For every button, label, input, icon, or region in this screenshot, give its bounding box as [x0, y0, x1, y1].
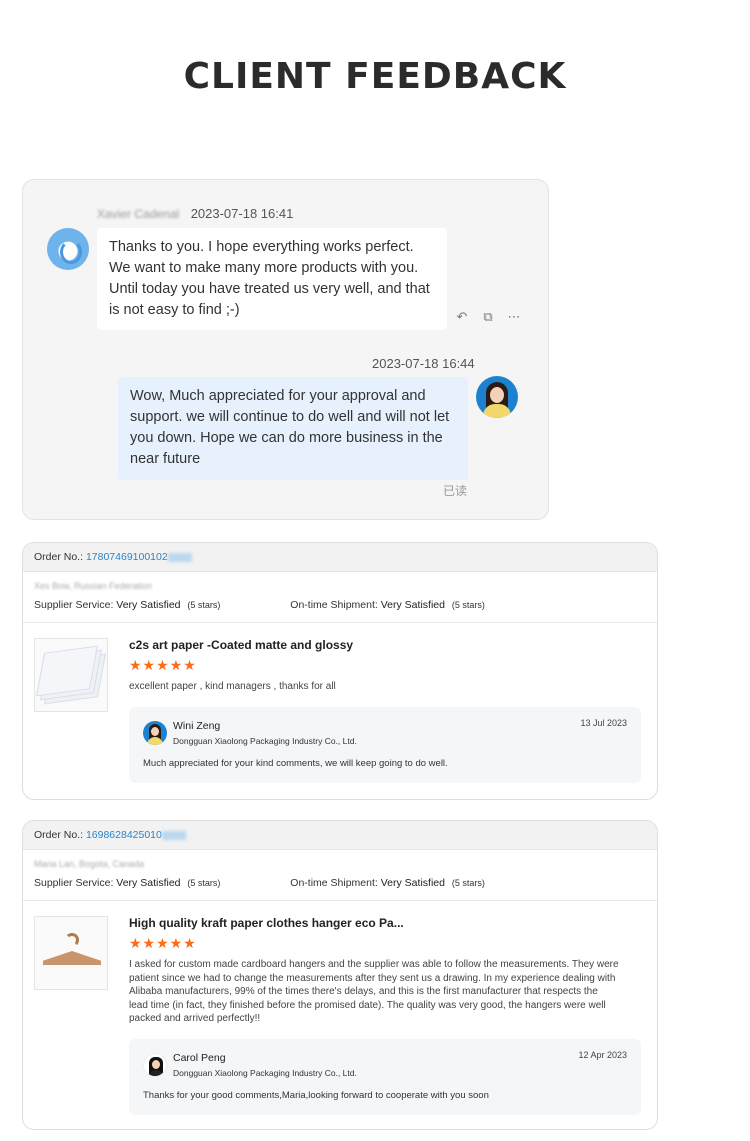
read-status: 已读: [443, 484, 468, 498]
order-header: Order No.: 17807469100102: [23, 543, 657, 572]
reply-date: 12 Apr 2023: [578, 1050, 627, 1060]
product-title[interactable]: High quality kraft paper clothes hanger …: [129, 916, 404, 930]
incoming-sender: Xavier Cadenal: [97, 207, 180, 221]
reply-company: Dongguan Xiaolong Packaging Industry Co.…: [173, 736, 357, 746]
outgoing-message: Wow, Much appreciated for your approval …: [118, 377, 468, 480]
incoming-time: 2023-07-18 16:41: [190, 206, 294, 221]
supplier-stars: (5 stars): [187, 878, 221, 888]
forward-icon[interactable]: ⧉: [479, 310, 497, 326]
order-label: Order No.:: [34, 551, 84, 563]
shipment-stars: (5 stars): [451, 878, 485, 888]
reply-date: 13 Jul 2023: [580, 718, 627, 728]
supplier-label: Supplier Service:: [34, 599, 114, 611]
star-rating: ★★★★★: [129, 936, 197, 952]
order-number[interactable]: 17807469100102: [86, 551, 168, 563]
shipment-value: Very Satisfied: [380, 599, 445, 611]
outgoing-time: 2023-07-18 16:44: [372, 356, 475, 371]
supplier-value: Very Satisfied: [116, 599, 181, 611]
order-number[interactable]: 1698628425010: [86, 829, 162, 841]
shipment-label: On-time Shipment:: [290, 599, 378, 611]
message-actions: ↶ ⧉ ⋯: [453, 310, 523, 326]
product-title[interactable]: c2s art paper -Coated matte and glossy: [129, 638, 353, 652]
incoming-message: Thanks to you. I hope everything works p…: [97, 228, 447, 330]
review-card: Order No.: 17807469100102 Xes Bow, Russi…: [22, 542, 658, 800]
avatar: [143, 1053, 167, 1077]
shipment-label: On-time Shipment:: [290, 877, 378, 889]
review-comment: I asked for custom made cardboard hanger…: [129, 959, 619, 1024]
supplier-label: Supplier Service:: [34, 877, 114, 889]
product-image[interactable]: [34, 916, 108, 990]
supplier-value: Very Satisfied: [116, 877, 181, 889]
incoming-meta: Xavier Cadenal 2023-07-18 16:41: [97, 206, 293, 221]
rating-row: Supplier Service: Very Satisfied (5 star…: [34, 599, 485, 611]
supplier-reply: Carol Peng Dongguan Xiaolong Packaging I…: [129, 1039, 641, 1115]
order-label: Order No.:: [34, 829, 84, 841]
product-image[interactable]: [34, 638, 108, 712]
supplier-reply: Wini Zeng Dongguan Xiaolong Packaging In…: [129, 707, 641, 783]
page-title: CLIENT FEEDBACK: [183, 56, 567, 97]
shipment-stars: (5 stars): [451, 600, 485, 610]
my-avatar[interactable]: [476, 376, 518, 418]
chat-card: Xavier Cadenal 2023-07-18 16:41 Thanks t…: [22, 179, 549, 520]
star-rating: ★★★★★: [129, 658, 197, 674]
reply-company: Dongguan Xiaolong Packaging Industry Co.…: [173, 1068, 357, 1078]
reply-name: Carol Peng: [173, 1052, 226, 1064]
more-icon[interactable]: ⋯: [505, 310, 523, 326]
avatar: [143, 721, 167, 745]
reply-icon[interactable]: ↶: [453, 310, 471, 326]
review-card: Order No.: 1698628425010 Maria Lan, Bogo…: [22, 820, 658, 1130]
sender-avatar[interactable]: [47, 228, 89, 270]
buyer-name: Maria Lan, Bogota, Canada: [34, 859, 145, 869]
reply-text: Thanks for your good comments,Maria,look…: [143, 1090, 489, 1101]
shipment-value: Very Satisfied: [380, 877, 445, 889]
order-header: Order No.: 1698628425010: [23, 821, 657, 850]
reply-name: Wini Zeng: [173, 720, 221, 732]
review-comment: excellent paper , kind managers , thanks…: [129, 681, 336, 692]
rating-row: Supplier Service: Very Satisfied (5 star…: [34, 877, 485, 889]
buyer-name: Xes Bow, Russian Federation: [34, 581, 153, 591]
supplier-stars: (5 stars): [187, 600, 221, 610]
reply-text: Much appreciated for your kind comments,…: [143, 758, 448, 769]
